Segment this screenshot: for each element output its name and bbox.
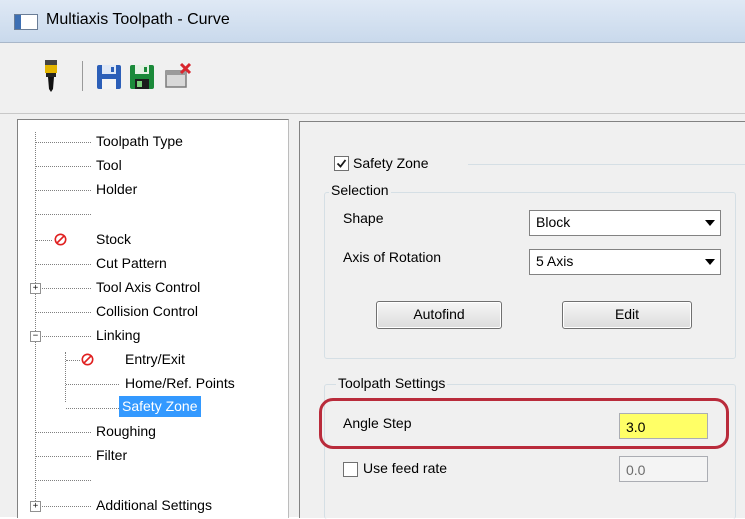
expand-plus-icon[interactable]: +	[30, 501, 41, 512]
tree-item-home-ref-points[interactable]: Home/Ref. Points	[125, 372, 235, 394]
expand-plus-icon[interactable]: +	[30, 283, 41, 294]
window-icon	[14, 14, 38, 30]
save-icon[interactable]	[94, 59, 124, 93]
disabled-icon	[54, 233, 67, 246]
tree-connector	[36, 288, 91, 290]
axis-of-rotation-value: 5 Axis	[536, 253, 574, 269]
tree-item-safety-zone[interactable]: Safety Zone	[119, 396, 201, 417]
tree-connector	[36, 506, 91, 508]
cancel-icon[interactable]	[164, 59, 194, 93]
dialog-client: Toolpath Type Tool Holder Stock Cut Patt…	[0, 114, 745, 519]
chevron-down-icon	[705, 220, 715, 226]
tree-item-collision-control[interactable]: Collision Control	[96, 300, 198, 322]
window-title: Multiaxis Toolpath - Curve	[46, 11, 230, 28]
toolbar	[0, 43, 745, 114]
toolpath-settings-title: Toolpath Settings	[336, 375, 448, 391]
feed-rate-input[interactable]: 0.0	[619, 456, 708, 482]
tree-trunk-line	[35, 132, 37, 507]
toolbar-separator	[82, 61, 83, 91]
safety-zone-label: Safety Zone	[353, 155, 429, 171]
shape-dropdown[interactable]: Block	[529, 210, 721, 236]
disabled-icon	[81, 353, 94, 366]
tree-connector	[36, 166, 91, 168]
shape-label: Shape	[343, 210, 384, 226]
use-feed-rate-checkbox[interactable]	[343, 462, 358, 477]
dialog-window: Multiaxis Toolpath - Curve Toolpath Type…	[0, 0, 745, 519]
tree-item-tool-axis-control[interactable]: Tool Axis Control	[96, 276, 200, 298]
tree-connector	[36, 312, 91, 314]
tree-connector	[36, 142, 91, 144]
tree-item-stock[interactable]: Stock	[96, 228, 131, 250]
tool-icon[interactable]	[36, 59, 66, 93]
save-default-icon[interactable]	[127, 59, 157, 93]
tree-connector	[66, 360, 80, 362]
tree-item-cut-pattern[interactable]: Cut Pattern	[96, 252, 167, 274]
selection-group-title: Selection	[329, 182, 391, 198]
collapse-minus-icon[interactable]: −	[30, 331, 41, 342]
tree-connector	[36, 480, 91, 482]
tree-item-additional-settings[interactable]: Additional Settings	[96, 494, 212, 516]
tree-item-linking[interactable]: Linking	[96, 324, 140, 346]
tree-item-holder[interactable]: Holder	[96, 178, 137, 200]
tree-item-tool[interactable]: Tool	[96, 154, 122, 176]
autofind-button[interactable]: Autofind	[376, 301, 502, 329]
tree-connector	[36, 336, 91, 338]
parameter-tree[interactable]: Toolpath Type Tool Holder Stock Cut Patt…	[17, 119, 289, 518]
tree-connector	[36, 190, 91, 192]
tree-connector	[66, 408, 119, 410]
tree-connector	[66, 384, 119, 386]
tree-item-roughing[interactable]: Roughing	[96, 420, 156, 442]
title-bar: Multiaxis Toolpath - Curve	[0, 0, 745, 43]
axis-of-rotation-dropdown[interactable]: 5 Axis	[529, 249, 721, 275]
axis-of-rotation-label: Axis of Rotation	[343, 249, 442, 265]
tree-item-entry-exit[interactable]: Entry/Exit	[125, 348, 185, 370]
tree-connector	[36, 264, 91, 266]
settings-pane: Safety Zone Selection Shape Block Axis o…	[299, 121, 745, 519]
chevron-down-icon	[705, 259, 715, 265]
tree-connector	[36, 214, 91, 216]
tree-item-toolpath-type[interactable]: Toolpath Type	[96, 130, 183, 152]
tree-connector	[36, 432, 91, 434]
heading-divider	[468, 164, 745, 165]
edit-button[interactable]: Edit	[562, 301, 692, 329]
safety-zone-panel: Safety Zone Selection Shape Block Axis o…	[310, 134, 745, 519]
tree-connector	[36, 456, 91, 458]
use-feed-rate-label: Use feed rate	[363, 460, 448, 476]
shape-value: Block	[536, 214, 571, 230]
tree-item-filter[interactable]: Filter	[96, 444, 127, 466]
safety-zone-checkbox[interactable]	[334, 156, 349, 171]
tree-connector	[36, 240, 52, 242]
angle-step-callout	[319, 398, 729, 449]
